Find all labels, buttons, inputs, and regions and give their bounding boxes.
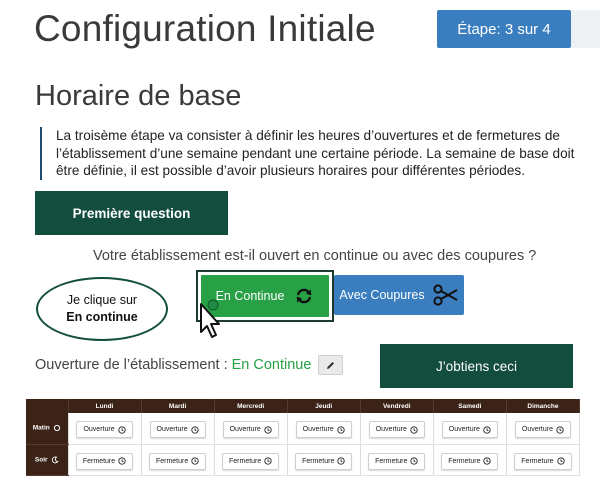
time-button-label: Fermeture	[375, 457, 408, 465]
time-button-label: Ouverture	[229, 426, 261, 434]
clock-icon	[483, 457, 492, 465]
opening-time-button[interactable]: Ouverture	[222, 421, 279, 439]
bubble-line-2: En continue	[66, 310, 138, 324]
time-button-label: Ouverture	[302, 426, 334, 434]
closing-time-button[interactable]: Fermeture	[75, 452, 134, 470]
clock-icon	[118, 457, 126, 465]
sun-icon	[53, 424, 61, 432]
time-button-label: Ouverture	[448, 426, 480, 434]
pencil-icon	[325, 360, 336, 371]
schedule-row-matin: Matin Ouverture Ouverture Ouverture Ouvertur…	[26, 413, 581, 445]
schedule-row-label: Matin	[26, 413, 69, 445]
day-header: Dimanche	[506, 399, 581, 413]
moon-icon	[51, 456, 59, 464]
clock-icon	[556, 426, 564, 434]
closing-time-button[interactable]: Fermeture	[514, 452, 572, 470]
section-title: Horaire de base	[35, 80, 242, 112]
opening-time-button[interactable]: Ouverture	[441, 421, 498, 439]
time-button-label: Fermeture	[155, 457, 189, 465]
step-badge-edge	[571, 10, 600, 48]
opening-label: Ouverture de l’établissement :	[35, 357, 228, 373]
continuity-question: Votre établissement est-il ouvert en con…	[93, 248, 537, 264]
clock-icon	[264, 457, 272, 465]
time-button-label: Fermeture	[229, 457, 262, 465]
closing-time-button[interactable]: Fermeture	[222, 452, 280, 470]
closing-time-button[interactable]: Fermeture	[441, 452, 499, 470]
edit-opening-button[interactable]	[318, 355, 344, 375]
opening-time-button[interactable]: Ouverture	[368, 421, 425, 439]
schedule-cell: Fermeture	[506, 444, 581, 476]
schedule-corner	[26, 399, 69, 413]
schedule-cell: Ouverture	[506, 413, 581, 445]
instruction-bubble: Je clique sur En continue	[36, 277, 168, 341]
time-button-label: Fermeture	[521, 457, 554, 465]
result-callout: J’obtiens ceci	[380, 344, 573, 388]
schedule-cell: Fermeture	[68, 444, 142, 476]
schedule-row-soir: Soir Fermeture Fermeture Fermeture Fermeture…	[26, 444, 581, 476]
clock-icon	[410, 457, 419, 465]
closing-time-button[interactable]: Fermeture	[295, 452, 353, 470]
schedule-cell: Fermeture	[360, 444, 434, 476]
step-badge: Étape: 3 sur 4	[437, 10, 571, 48]
schedule-cell: Ouverture	[433, 413, 507, 445]
time-button-label: Ouverture	[156, 426, 188, 434]
schedule-cell: Ouverture	[68, 413, 142, 445]
time-button-label: Ouverture	[83, 426, 115, 434]
clock-icon	[556, 457, 565, 465]
click-cursor-icon	[184, 296, 224, 340]
time-button-label: Fermeture	[448, 457, 481, 465]
time-button-label: Fermeture	[302, 457, 335, 465]
weekly-schedule-table: Lundi Mardi Mercredi Jeudi Vendredi Same…	[26, 399, 581, 476]
opening-value: En Continue	[231, 357, 312, 373]
bubble-line-1: Je clique sur	[66, 293, 138, 307]
time-button-label: Fermeture	[82, 457, 116, 465]
schedule-cell: Fermeture	[141, 444, 215, 476]
opening-time-button[interactable]: Ouverture	[76, 421, 133, 439]
clock-icon	[483, 426, 491, 434]
opening-time-button[interactable]: Ouverture	[149, 421, 206, 439]
refresh-icon	[294, 286, 314, 306]
time-button-label: Ouverture	[375, 426, 407, 434]
cuts-button-label: Avec Coupures	[339, 288, 425, 302]
schedule-cell: Ouverture	[360, 413, 434, 445]
section-description: La troisème étape va consister à définir…	[40, 127, 595, 180]
schedule-cell: Fermeture	[214, 444, 288, 476]
page-title: Configuration Initiale	[34, 8, 376, 49]
clock-icon	[191, 457, 199, 465]
row-label-text: Soir	[34, 456, 48, 464]
clock-icon	[117, 426, 126, 434]
cuts-button[interactable]: Avec Coupures	[334, 275, 464, 315]
first-question-callout: Première question	[35, 191, 228, 235]
opening-time-button[interactable]: Ouverture	[514, 421, 571, 439]
opening-time-button[interactable]: Ouverture	[295, 421, 352, 439]
closing-time-button[interactable]: Fermeture	[368, 452, 426, 470]
schedule-cell: Fermeture	[287, 444, 361, 476]
schedule-header-row: Lundi Mardi Mercredi Jeudi Vendredi Same…	[26, 399, 581, 413]
schedule-cell: Fermeture	[433, 444, 507, 476]
day-header: Mercredi	[214, 399, 288, 413]
day-header: Jeudi	[287, 399, 361, 413]
schedule-row-label: Soir	[26, 444, 69, 476]
schedule-cell: Ouverture	[141, 413, 215, 445]
schedule-cell: Ouverture	[214, 413, 288, 445]
continue-button-label: En Continue	[215, 289, 285, 303]
opening-status: Ouverture de l’établissement : En Contin…	[35, 355, 344, 375]
clock-icon	[264, 426, 272, 434]
day-header: Lundi	[68, 399, 142, 413]
day-header: Samedi	[433, 399, 507, 413]
clock-icon	[337, 426, 345, 434]
closing-time-button[interactable]: Fermeture	[148, 452, 207, 470]
time-button-label: Ouverture	[521, 426, 553, 434]
row-label-text: Matin	[32, 424, 50, 432]
clock-icon	[337, 457, 346, 465]
scissors-icon	[433, 284, 459, 306]
clock-icon	[410, 426, 418, 434]
clock-icon	[191, 426, 199, 434]
schedule-cell: Ouverture	[287, 413, 361, 445]
day-header: Vendredi	[360, 399, 434, 413]
day-header: Mardi	[141, 399, 215, 413]
